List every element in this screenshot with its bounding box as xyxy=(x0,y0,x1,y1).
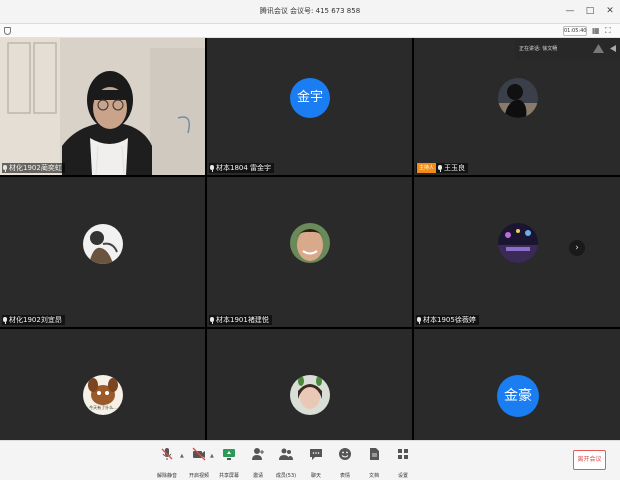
participant-name: 材化1902刘宜昂 xyxy=(9,316,62,324)
minimize-icon[interactable]: — xyxy=(563,4,577,18)
participant-avatar xyxy=(498,78,538,118)
participant-name-tag: 材本1901褚建悦 xyxy=(209,315,272,325)
unmute-label: 解除静音 xyxy=(156,473,177,479)
participant-name-tag: 主持人 王玉良 xyxy=(416,163,469,173)
speaking-indicator: 正在讲话: 徐文畅 xyxy=(515,38,620,60)
title-bar: 腾讯会议 会议号: 415 673 858 — □ ✕ xyxy=(0,0,620,24)
view-layout-icon[interactable]: ▦ xyxy=(592,26,600,36)
host-badge: 主持人 xyxy=(417,163,437,173)
participant-name: 材本1901褚建悦 xyxy=(216,316,269,324)
start-video-button[interactable]: 开启视频 xyxy=(185,446,213,479)
participant-tile[interactable]: 材化1902蔺奕虹 xyxy=(0,38,205,175)
participant-avatar xyxy=(290,223,330,263)
members-label: 成员(53) xyxy=(275,473,297,479)
fullscreen-icon[interactable]: ⛶ xyxy=(605,26,611,36)
emoji-button[interactable]: 表情 xyxy=(331,446,359,479)
settings-button[interactable]: 设置 xyxy=(389,446,417,479)
mic-icon xyxy=(438,164,443,172)
meeting-toolbar: 解除静音 ▲ 开启视频 ▲ 共享屏幕 邀请 成员(53) 聊天 表情 文档 设置 xyxy=(0,440,620,480)
participant-avatar: 金豪 xyxy=(497,375,539,417)
share-screen-icon xyxy=(223,449,235,460)
chat-icon xyxy=(310,449,322,460)
invite-icon xyxy=(252,448,264,460)
leave-meeting-button[interactable]: 离开会议 xyxy=(573,450,606,470)
invite-button[interactable]: 邀请 xyxy=(244,446,272,479)
participant-tile[interactable]: 今天有了什么... xyxy=(0,329,205,440)
mic-muted-icon xyxy=(161,448,173,460)
chat-button[interactable]: 聊天 xyxy=(302,446,330,479)
mic-icon xyxy=(417,316,421,324)
participant-avatar xyxy=(498,223,538,263)
participant-avatar xyxy=(83,224,123,264)
settings-label: 设置 xyxy=(397,473,408,479)
share-screen-button[interactable]: 共享屏幕 xyxy=(215,446,243,479)
maximize-icon[interactable]: □ xyxy=(583,4,597,18)
settings-icon xyxy=(398,449,408,459)
participant-name: 材本1804 雷金宇 xyxy=(216,164,272,172)
document-icon xyxy=(370,448,379,460)
speaking-mic-icon xyxy=(593,44,604,53)
next-page-arrow-icon[interactable]: › xyxy=(569,240,585,256)
participant-tile[interactable]: 材化1902刘宜昂 xyxy=(0,177,205,327)
chat-label: 聊天 xyxy=(310,473,321,479)
participant-name-tag: 材化1902刘宜昂 xyxy=(2,315,65,325)
document-button[interactable]: 文档 xyxy=(360,446,388,479)
participant-avatar: 今天有了什么... xyxy=(83,375,123,415)
participant-name-tag: 材本1804 雷金宇 xyxy=(209,163,275,173)
speaking-text: 正在讲话: 徐文畅 xyxy=(519,46,558,52)
mic-icon xyxy=(210,316,214,324)
participant-name-tag: 材化1902蔺奕虹 xyxy=(2,163,65,173)
document-label: 文档 xyxy=(368,473,379,479)
participant-tile[interactable]: 金宇 材本1804 雷金宇 xyxy=(207,38,412,175)
participant-avatar xyxy=(290,375,330,415)
emoji-label: 表情 xyxy=(339,473,350,479)
avatar-caption: 今天有了什么... xyxy=(89,405,117,410)
participant-tile[interactable]: 材本1905徐薇婷 xyxy=(414,177,620,327)
participant-name: 材化1902蔺奕虹 xyxy=(9,164,62,172)
participant-tile[interactable]: 金豪 xyxy=(414,329,620,440)
participant-video xyxy=(0,38,205,175)
meeting-info-bar: 01:05:40 ▦ ⛶ xyxy=(0,24,620,38)
invite-label: 邀请 xyxy=(252,473,263,479)
participant-name: 材本1905徐薇婷 xyxy=(423,316,476,324)
meeting-timer: 01:05:40 xyxy=(563,26,587,36)
mic-icon xyxy=(210,164,214,172)
members-button[interactable]: 成员(53) xyxy=(272,446,300,479)
participant-name: 王玉良 xyxy=(444,164,466,172)
security-shield-icon[interactable] xyxy=(4,27,11,35)
close-icon[interactable]: ✕ xyxy=(603,4,617,18)
collapse-icon[interactable] xyxy=(607,42,620,55)
video-grid: 材化1902蔺奕虹 金宇 材本1804 雷金宇 主持人 王玉良 材化1902刘宜… xyxy=(0,38,620,440)
share-screen-label: 共享屏幕 xyxy=(218,473,239,479)
window-title: 腾讯会议 会议号: 415 673 858 xyxy=(259,7,361,15)
camera-off-icon xyxy=(192,447,206,461)
start-video-label: 开启视频 xyxy=(188,473,209,479)
mic-icon xyxy=(3,164,7,172)
mic-icon xyxy=(3,316,7,324)
emoji-icon xyxy=(339,448,351,460)
participant-tile[interactable] xyxy=(207,329,412,440)
members-icon xyxy=(279,448,293,460)
participant-avatar: 金宇 xyxy=(290,78,330,118)
participant-name-tag: 材本1905徐薇婷 xyxy=(416,315,479,325)
participant-tile[interactable]: 材本1901褚建悦 xyxy=(207,177,412,327)
unmute-button[interactable]: 解除静音 xyxy=(153,446,181,479)
